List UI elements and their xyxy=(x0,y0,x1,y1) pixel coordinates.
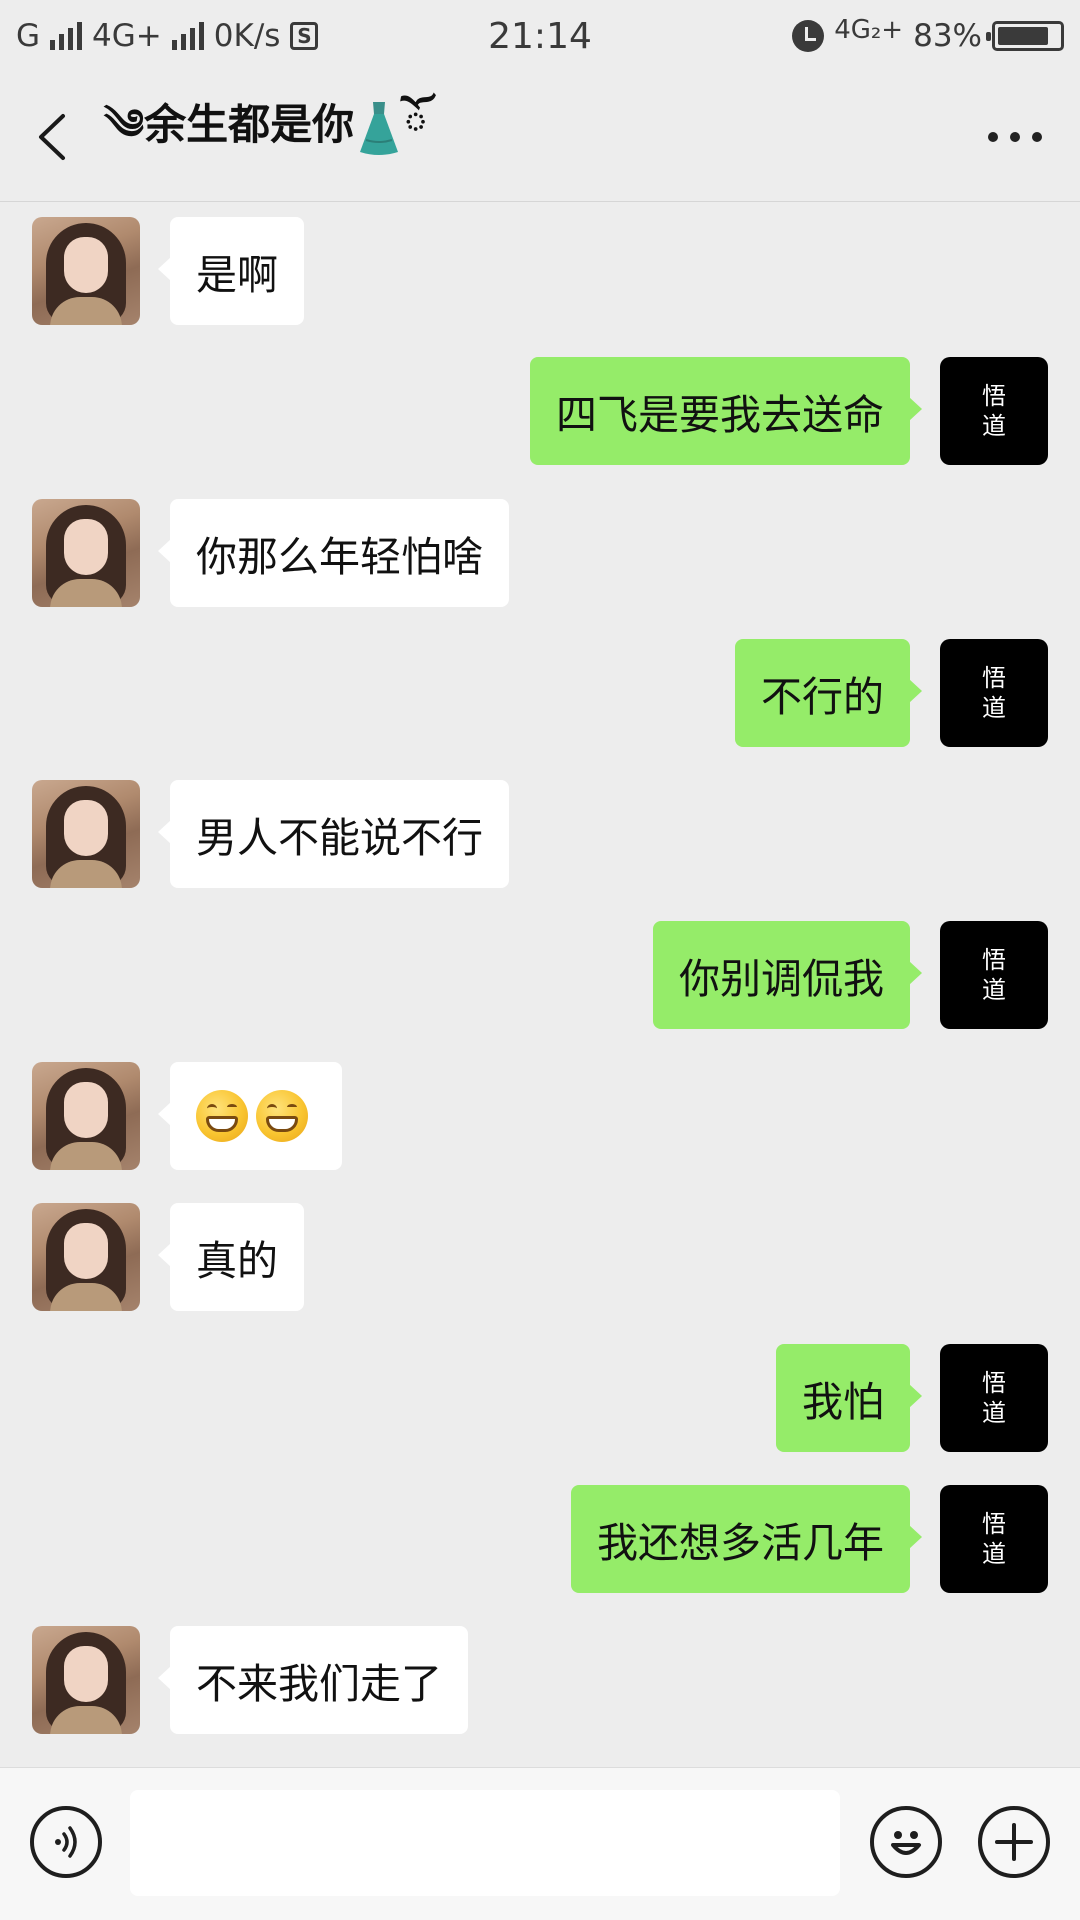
message-row: 男人不能说不行 xyxy=(0,780,1080,888)
message-bubble-outgoing[interactable]: 我怕 xyxy=(776,1344,922,1452)
status-right: 4G₂+ 83% xyxy=(792,15,1064,54)
self-avatar[interactable]: 悟 道 xyxy=(940,1485,1048,1593)
message-row: 不来我们走了 xyxy=(0,1626,1080,1734)
back-button[interactable] xyxy=(0,72,104,202)
carrier-label: G xyxy=(16,18,41,54)
message-list[interactable]: 是啊 四飞是要我去送命 悟 道 你那么年轻怕啥 不行的 悟 道 男人不能说不行 … xyxy=(0,203,1080,1767)
message-row: 不行的 悟 道 xyxy=(0,639,1080,747)
message-bubble-incoming[interactable]: 不来我们走了 xyxy=(158,1626,468,1734)
sim-icon: S xyxy=(290,22,319,50)
network-right-label: 4G₂+ xyxy=(834,15,904,45)
plus-icon xyxy=(995,1823,1033,1861)
grin-emoji-icon xyxy=(196,1090,248,1142)
voice-button[interactable] xyxy=(30,1806,102,1878)
plus-button[interactable] xyxy=(978,1806,1050,1878)
self-avatar[interactable]: 悟 道 xyxy=(940,1344,1048,1452)
message-row: 我还想多活几年 悟 道 xyxy=(0,1485,1080,1593)
message-bubble-incoming[interactable]: 男人不能说不行 xyxy=(158,780,509,888)
emoji-button[interactable] xyxy=(870,1806,942,1878)
message-row xyxy=(0,1062,1080,1170)
message-bubble-incoming[interactable] xyxy=(158,1062,342,1170)
self-avatar[interactable]: 悟 道 xyxy=(940,921,1048,1029)
contact-avatar[interactable] xyxy=(32,1203,140,1311)
message-bubble-incoming[interactable]: 是啊 xyxy=(158,217,304,325)
message-bubble-outgoing[interactable]: 四飞是要我去送命 xyxy=(530,357,922,465)
contact-avatar[interactable] xyxy=(32,780,140,888)
message-bubble-incoming[interactable]: 真的 xyxy=(158,1203,304,1311)
battery-icon xyxy=(986,21,1064,51)
input-bar xyxy=(0,1767,1080,1920)
message-row: 真的 xyxy=(0,1203,1080,1311)
message-row: 你别调侃我 悟 道 xyxy=(0,921,1080,1029)
battery-percent: 83% xyxy=(913,18,982,54)
alarm-icon xyxy=(792,20,825,52)
message-bubble-outgoing[interactable]: 你别调侃我 xyxy=(653,921,922,1029)
network-speed: 0K/s xyxy=(213,18,281,54)
network-label: 4G+ xyxy=(92,18,162,54)
message-row: 你那么年轻怕啥 xyxy=(0,499,1080,607)
contact-avatar[interactable] xyxy=(32,217,140,325)
emoji-icon xyxy=(891,1831,921,1855)
message-bubble-outgoing[interactable]: 不行的 xyxy=(735,639,922,747)
contact-avatar[interactable] xyxy=(32,1626,140,1734)
chat-title[interactable]: ༄余生都是你 ོ xyxy=(104,77,427,196)
message-bubble-incoming[interactable]: 你那么年轻怕啥 xyxy=(158,499,509,607)
message-row: 四飞是要我去送命 悟 道 xyxy=(0,357,1080,465)
contact-avatar[interactable] xyxy=(32,1062,140,1170)
self-avatar[interactable]: 悟 道 xyxy=(940,639,1048,747)
contact-avatar[interactable] xyxy=(32,499,140,607)
chat-title-text: ༄余生都是你 xyxy=(104,100,355,149)
status-left: G 4G+ 0K/s S xyxy=(16,18,319,54)
more-dots-icon xyxy=(988,132,998,142)
more-options-button[interactable] xyxy=(980,110,1050,164)
self-avatar[interactable]: 悟 道 xyxy=(940,357,1048,465)
grin-emoji-icon xyxy=(256,1090,308,1142)
dress-icon xyxy=(360,101,399,155)
voice-icon xyxy=(55,1826,77,1858)
message-row: 是啊 xyxy=(0,217,1080,325)
signal-icon xyxy=(50,22,83,50)
message-bubble-outgoing[interactable]: 我还想多活几年 xyxy=(571,1485,922,1593)
chat-header: ༄余生都是你 ོ xyxy=(0,72,1080,202)
chat-title-suffix: ོ xyxy=(404,100,428,149)
back-chevron-icon xyxy=(39,113,65,160)
message-row: 我怕 悟 道 xyxy=(0,1344,1080,1452)
status-bar: G 4G+ 0K/s S 21:14 4G₂+ 83% xyxy=(0,0,1080,72)
signal-icon-2 xyxy=(171,22,204,50)
message-input[interactable] xyxy=(130,1790,840,1896)
